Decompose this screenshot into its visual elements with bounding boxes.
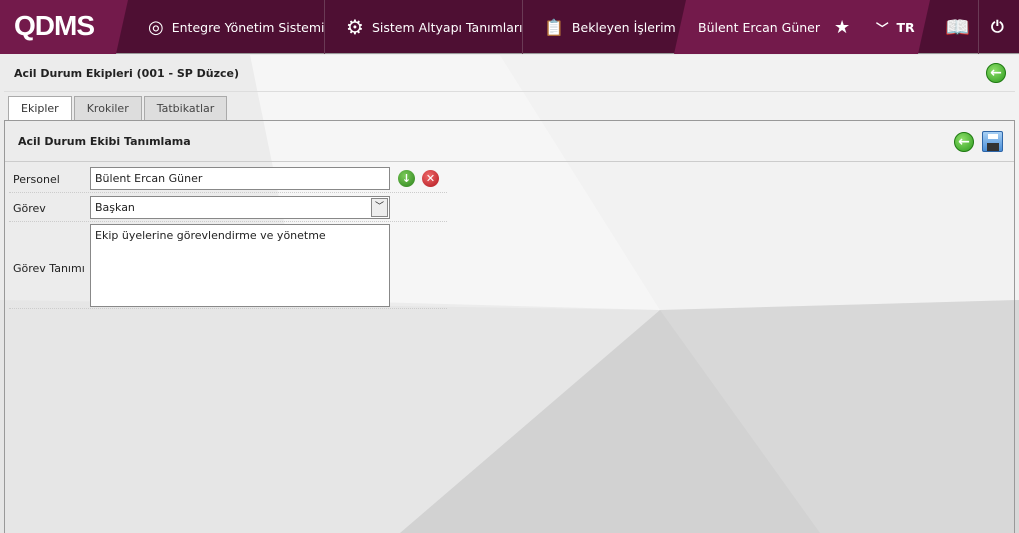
nav-bekleyen-islerim[interactable]: 📋 Bekleyen İşlerim [544,0,676,54]
help-book-icon[interactable]: 📖 [945,0,970,54]
clipboard-check-icon: 📋 [544,17,564,37]
gear-icon: ⚙ [346,15,364,39]
team-definition-panel: Acil Durum Ekibi Tanımlama ← Personel Bü… [4,120,1015,533]
tab-tatbikatlar[interactable]: Tatbikatlar [143,96,228,120]
gorev-select[interactable]: Başkan ﹀ [90,196,390,219]
top-navbar: QDMS ◎ Entegre Yönetim Sistemi ⚙ Sistem Al… [0,0,1019,54]
qdms-logo: QDMS [0,0,128,54]
save-floppy-icon[interactable] [982,131,1003,152]
nav-sistem-altyapi[interactable]: ⚙ Sistem Altyapı Tanımları [346,0,523,54]
language-selector[interactable]: ﹀ TR [876,0,915,54]
back-arrow-icon[interactable]: ← [986,63,1006,83]
favorites-star-icon[interactable]: ★ [834,0,850,54]
personel-row: Personel Bülent Ercan Güner ↓ ✕ [9,167,447,193]
tab-krokiler[interactable]: Krokiler [73,96,142,120]
tab-ekipler[interactable]: Ekipler [8,96,72,121]
chevron-down-icon: ﹀ [876,20,889,36]
panel-title: Acil Durum Ekibi Tanımlama [5,121,1014,162]
gorev-row: Görev Başkan ﹀ [9,196,447,222]
user-menu[interactable]: Bülent Ercan Güner [698,0,820,54]
page-title: Acil Durum Ekipleri (001 - SP Düzce) [4,55,1015,92]
back-arrow-icon[interactable]: ← [954,132,974,152]
gorev-tanimi-textarea[interactable]: Ekip üyelerine görevlendirme ve yönetme [90,224,390,307]
chevron-down-icon[interactable]: ﹀ [371,198,388,217]
gorev-tanimi-row: Görev Tanımı Ekip üyelerine görevlendirm… [9,224,447,309]
select-down-arrow-icon[interactable]: ↓ [398,170,415,187]
clear-x-icon[interactable]: ✕ [422,170,439,187]
power-icon[interactable]: ⏻ [991,0,1004,54]
qdms-q-icon: ◎ [148,16,164,38]
personel-input[interactable]: Bülent Ercan Güner [90,167,390,190]
nav-entegre-yonetim[interactable]: ◎ Entegre Yönetim Sistemi [148,0,325,54]
